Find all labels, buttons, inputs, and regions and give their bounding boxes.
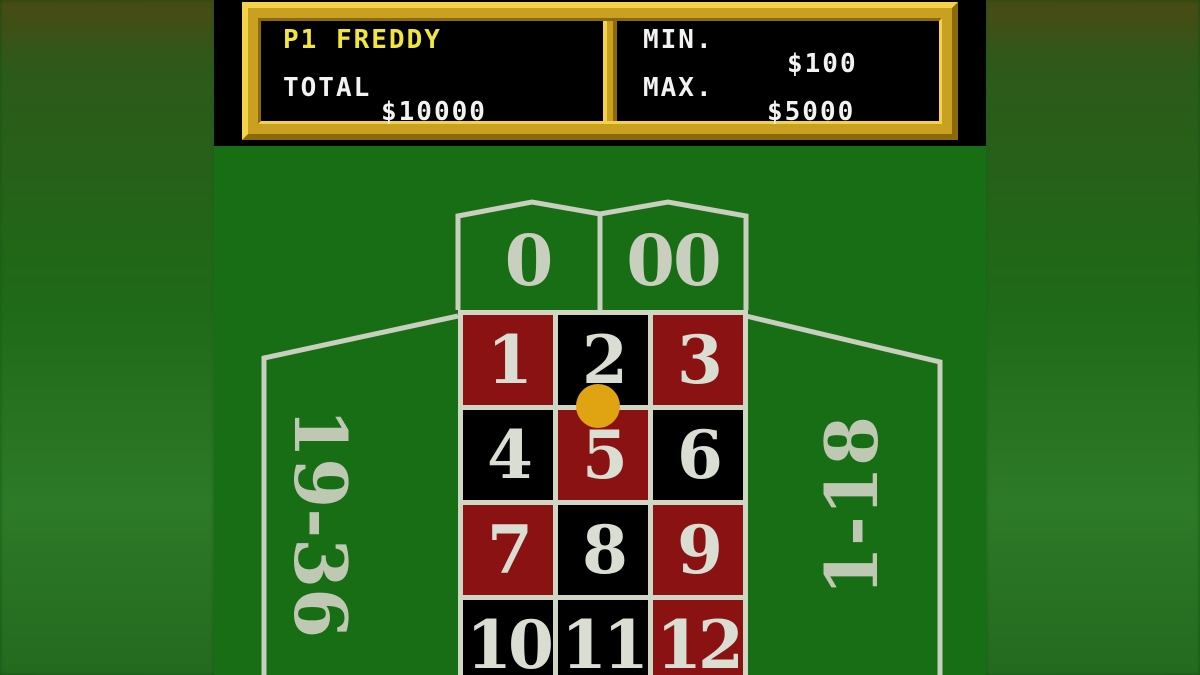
number-cell-11[interactable]: 11: [558, 600, 649, 675]
bet-19-36-label[interactable]: 19-36: [278, 408, 363, 638]
game-screen: 0 00 1 2 3 4 5 6 7 8 9 10 11 12 19-36 1-18 P1 FREDD…: [214, 0, 986, 675]
bet-1-18-label[interactable]: 1-18: [809, 396, 894, 616]
number-grid: 1 2 3 4 5 6 7 8 9 10 11 12: [458, 310, 748, 675]
max-value: $5000: [767, 97, 856, 127]
max-label: MAX.: [643, 73, 714, 103]
number-cell-3[interactable]: 3: [653, 315, 743, 405]
number-cell-10[interactable]: 10: [463, 600, 554, 675]
hud-inner: P1 FREDDY TOTAL $10000 MIN. $100 MAX. $5…: [258, 18, 942, 127]
min-value: $100: [787, 49, 858, 79]
hud-divider: [603, 21, 617, 121]
zero-pocket-label[interactable]: 0: [484, 226, 574, 296]
right-border-fill: [986, 0, 1200, 675]
game-viewport: 0 00 1 2 3 4 5 6 7 8 9 10 11 12 19-36 1-18 P1 FREDD…: [0, 0, 1200, 675]
total-label: TOTAL: [283, 73, 372, 103]
hud-panel: P1 FREDDY TOTAL $10000 MIN. $100 MAX. $5…: [214, 0, 986, 146]
player-name: P1 FREDDY: [283, 25, 442, 55]
betting-chip[interactable]: [576, 384, 620, 428]
number-cell-8[interactable]: 8: [558, 505, 648, 595]
double-zero-pocket-label[interactable]: 00: [618, 226, 728, 296]
left-border-fill: [0, 0, 214, 675]
hud-frame: P1 FREDDY TOTAL $10000 MIN. $100 MAX. $5…: [242, 2, 958, 140]
min-label: MIN.: [643, 25, 714, 55]
total-value: $10000: [381, 97, 487, 127]
number-cell-9[interactable]: 9: [653, 505, 743, 595]
number-cell-1[interactable]: 1: [463, 315, 553, 405]
number-cell-12[interactable]: 12: [653, 600, 744, 675]
number-cell-7[interactable]: 7: [463, 505, 553, 595]
number-cell-4[interactable]: 4: [463, 410, 553, 500]
number-cell-6[interactable]: 6: [653, 410, 743, 500]
